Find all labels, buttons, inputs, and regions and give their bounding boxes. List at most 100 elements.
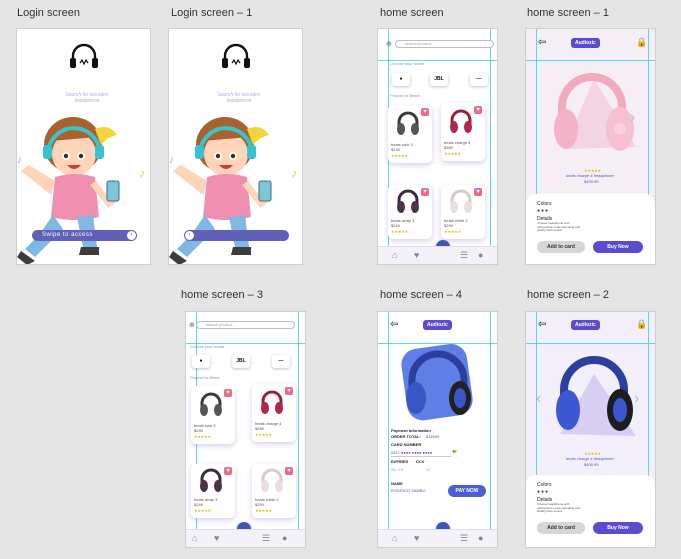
add-to-cart-button[interactable]: Add to card [537, 241, 585, 253]
home-icon[interactable]: ⌂ [392, 250, 397, 260]
artboard-home[interactable]: ⊕ search product Choose your brand ● JBL… [377, 28, 498, 265]
details-text: Choose headphone with microphone noise c… [537, 502, 581, 514]
product-card[interactable]: ♥ beats charge 4 $289 ★★★★★ [441, 103, 485, 161]
card-number-label: CARD NUMBER [391, 442, 422, 447]
lock-icon[interactable]: 🔒 [636, 319, 647, 330]
favorite-icon[interactable]: ♥ [285, 387, 293, 395]
back-arrow-icon[interactable]: ⇦ [538, 37, 546, 48]
color-swatches[interactable]: ●●● [537, 489, 549, 495]
artboard-home-1[interactable]: ⇦ Audiozic 🔒 › ★★★★★ beats charge 4 head… [525, 28, 656, 265]
expires-label: EXPIRES [391, 459, 409, 464]
headphone-hero-image [556, 356, 636, 436]
profile-icon[interactable]: ● [478, 250, 483, 260]
artboard-home-4[interactable]: ⇦ Audiozic Payment Information ORDER TOT… [377, 311, 498, 548]
grid-icon[interactable]: ⊕ [386, 40, 392, 48]
swipe-bar-swiped[interactable]: ‹ [184, 230, 289, 241]
rating-stars: ★★★★★ [391, 229, 408, 234]
headphone-image [450, 109, 472, 133]
favorite-icon[interactable]: ♥ [285, 467, 293, 475]
brand-other[interactable]: — [470, 73, 488, 86]
profile-icon[interactable]: ● [478, 533, 483, 543]
card-number-field[interactable]: 5327 ●●●● ●●●● ●●●● [391, 450, 451, 457]
name-field[interactable]: RODRIGO SAMBO [391, 488, 426, 494]
rating-stars: ★★★★★ [444, 229, 461, 234]
color-swatches[interactable]: ●●● [537, 208, 549, 214]
list-icon[interactable]: ☰ [460, 250, 468, 261]
headphone-image [200, 392, 222, 416]
cvv-label: CCV [416, 459, 425, 464]
product-card[interactable]: ♥ beats charge 4 $289 ★★★★★ [252, 384, 296, 442]
artboard-label-login-1: Login screen – 1 [171, 7, 253, 19]
brand-chip: Audiozic [423, 320, 452, 330]
home-icon[interactable]: ⌂ [192, 533, 197, 543]
pay-now-button[interactable]: PAY NOW [448, 485, 486, 497]
product-card[interactable]: ♥ beats white 2 $299 ★★★★★ [441, 185, 485, 239]
brand-other[interactable]: — [272, 355, 290, 368]
search-input[interactable]: search product [196, 321, 295, 329]
list-icon[interactable]: ☰ [262, 533, 270, 544]
product-card[interactable]: ♥ beats solo 3 $249 ★★★★★ [191, 386, 235, 444]
rating-stars: ★★★★★ [194, 434, 211, 439]
product-section-label: Product of Beats [190, 375, 220, 380]
brand-beats[interactable]: ● [192, 355, 210, 368]
back-arrow-icon[interactable]: ⇦ [390, 319, 398, 330]
cvv-field[interactable]: 12 [426, 467, 430, 473]
rating-stars: ★★★★★ [391, 153, 408, 158]
favorite-icon[interactable]: ♥ [421, 108, 429, 116]
favorite-icon[interactable]: ♥ [474, 188, 482, 196]
rating-stars: ★★★★★ [194, 508, 211, 513]
grid-icon[interactable]: ⊕ [189, 321, 195, 329]
swipe-to-access-bar[interactable]: Swipe to access › [32, 230, 137, 241]
heart-icon[interactable]: ♥ [414, 533, 419, 543]
heart-icon[interactable]: ♥ [414, 250, 419, 260]
swipe-handle[interactable]: › [127, 231, 136, 240]
product-price: $409.99 [584, 179, 599, 184]
swipe-handle[interactable]: ‹ [185, 231, 194, 240]
chevron-right-icon[interactable]: › [634, 390, 639, 408]
product-card[interactable]: ♥ beats array 3 $249 ★★★★★ [191, 464, 235, 518]
product-card[interactable]: ♥ beats solo 3 $249 ★★★★★ [388, 105, 432, 163]
headphone-image [397, 111, 419, 135]
mastercard-icon: ●● [452, 449, 458, 455]
favorite-icon[interactable]: ♥ [421, 188, 429, 196]
headphone-logo-icon [222, 43, 250, 68]
artboard-login-1[interactable]: Search for wonders headphone ♪ ♪ ♪ ‹ [168, 28, 303, 265]
artboard-login[interactable]: Search for wonders headphone ♪ ♪ ♪ Swipe… [16, 28, 151, 265]
choose-brand-label: Choose your brand [390, 61, 425, 66]
artboard-label-home-4: home screen – 4 [380, 289, 462, 301]
home-icon[interactable]: ⌂ [392, 533, 397, 543]
add-to-cart-button[interactable]: Add to card [537, 522, 585, 534]
headphone-image [450, 189, 472, 213]
expires-field[interactable]: 05 / 19 [391, 467, 403, 473]
favorite-icon[interactable]: ♥ [224, 467, 232, 475]
artboard-home-3[interactable]: ⊕ search product Choose your brand ● JBL… [185, 311, 306, 548]
profile-icon[interactable]: ● [282, 533, 287, 543]
heart-icon[interactable]: ♥ [214, 533, 219, 543]
back-arrow-icon[interactable]: ⇦ [538, 319, 546, 330]
brand-beats[interactable]: ● [392, 73, 410, 86]
order-total-label: ORDER TOTAL: [391, 434, 421, 439]
favorite-icon[interactable]: ♥ [224, 389, 232, 397]
favorite-icon[interactable]: ♥ [474, 106, 482, 114]
artboard-home-2[interactable]: ⇦ Audiozic 🔒 ‹ › ★★★★★ beats charge 4 he… [525, 311, 656, 548]
details-text: Choose headphone with microphone noise c… [537, 221, 581, 233]
list-icon[interactable]: ☰ [460, 533, 468, 544]
detail-sheet: Colors ●●● Details Choose headphone with… [526, 194, 655, 264]
svg-text:♪: ♪ [169, 154, 175, 166]
brand-jbl[interactable]: JBL [430, 73, 448, 86]
chevron-left-icon[interactable]: ‹ [536, 390, 541, 408]
chevron-right-icon[interactable]: › [630, 109, 635, 127]
colors-label: Colors [537, 482, 552, 488]
lock-icon[interactable]: 🔒 [636, 37, 647, 48]
product-card[interactable]: ♥ beats white 2 $299 ★★★★★ [252, 464, 296, 518]
product-card[interactable]: ♥ beats array 3 $249 ★★★★★ [388, 185, 432, 239]
buy-now-button[interactable]: Buy Now [593, 241, 643, 253]
headphone-hero-image [401, 343, 473, 421]
search-input[interactable]: search product [395, 40, 494, 48]
brand-jbl[interactable]: JBL [232, 355, 250, 368]
artboard-label-home-1: home screen – 1 [527, 7, 609, 19]
artboard-label-home-2: home screen – 2 [527, 289, 609, 301]
artboard-label-home: home screen [380, 7, 444, 19]
buy-now-button[interactable]: Buy Now [593, 522, 643, 534]
bottom-nav: ⌂ ♥ ☰ ● [378, 529, 497, 547]
